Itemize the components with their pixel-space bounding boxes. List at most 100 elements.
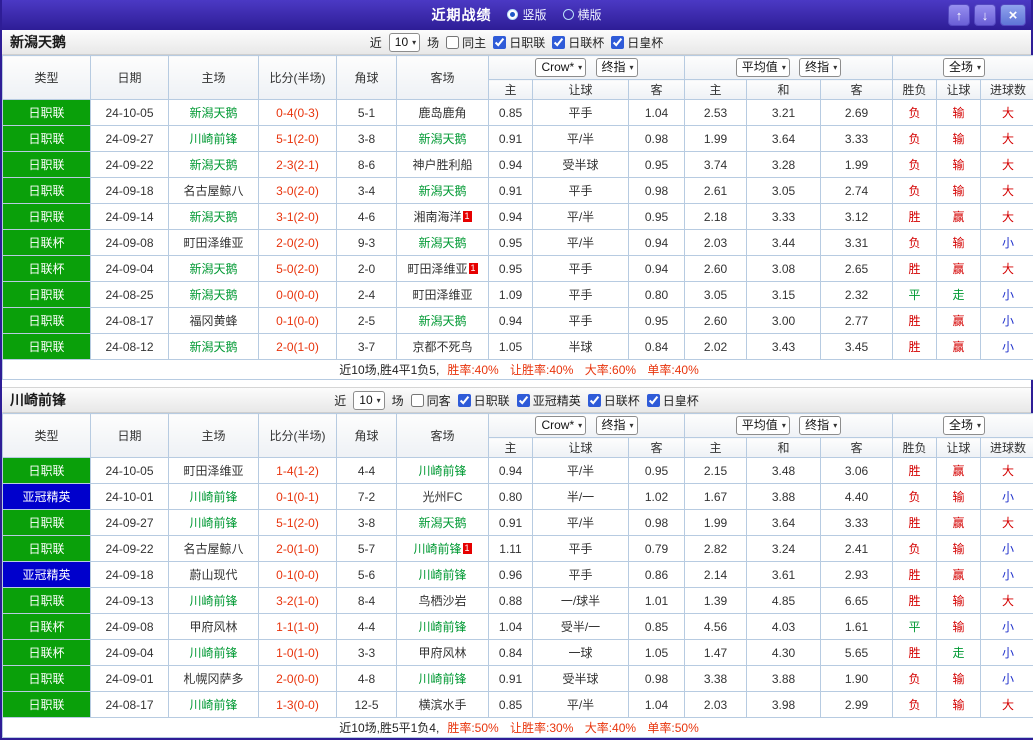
match-score: 2-0(1-0) xyxy=(259,334,337,360)
match-row: 日职联24-10-05町田泽维亚1-4(1-2)4-4川崎前锋0.94平/半0.… xyxy=(3,458,1033,484)
chevron-down-icon: ▾ xyxy=(833,418,837,433)
home-team-cell: 蔚山现代 xyxy=(169,562,259,588)
away-team-name: 新潟天鹅 xyxy=(418,314,466,328)
avg-draw-odds: 4.03 xyxy=(747,614,821,640)
corner-score: 2-4 xyxy=(337,282,397,308)
checkbox-icon[interactable] xyxy=(588,394,601,407)
match-row: 日职联24-08-17川崎前锋1-3(0-0)12-5横滨水手0.85平/半1.… xyxy=(3,692,1033,718)
avg-home-odds: 2.60 xyxy=(685,256,747,282)
away-team-name: 川崎前锋 xyxy=(418,568,466,582)
avg-draw-odds: 3.64 xyxy=(747,510,821,536)
match-row: 日职联24-09-22名古屋鲸八2-0(1-0)5-7川崎前锋11.11平手0.… xyxy=(3,536,1033,562)
match-score: 1-0(1-0) xyxy=(259,640,337,666)
col-header-score: 比分(半场) xyxy=(259,414,337,458)
bookmaker-select[interactable]: Crow*▾ xyxy=(535,416,586,435)
col-header-avg-away: 客 xyxy=(821,80,893,100)
match-row: 日职联24-10-05新潟天鹅0-4(0-3)5-1鹿岛鹿角0.85平手1.04… xyxy=(3,100,1033,126)
result-scope-select[interactable]: 全场▾ xyxy=(943,416,985,435)
mode-radio-竖版[interactable]: 竖版 xyxy=(507,6,546,23)
league-cell: 日职联 xyxy=(3,178,91,204)
checkbox-icon[interactable] xyxy=(493,36,506,49)
average-stage-select[interactable]: 终指▾ xyxy=(799,416,841,435)
league-cell: 日联杯 xyxy=(3,230,91,256)
checkbox-icon[interactable] xyxy=(458,394,471,407)
summary-record: 近10场,胜5平1负4, xyxy=(339,721,439,735)
home-odds: 0.88 xyxy=(489,588,533,614)
result-goals: 大 xyxy=(981,100,1033,126)
scroll-up-button[interactable]: ↑ xyxy=(948,4,970,26)
avg-draw-odds: 3.44 xyxy=(747,230,821,256)
team-name: 川崎前锋 xyxy=(10,390,66,410)
home-team-cell: 名古屋鲸八 xyxy=(169,178,259,204)
scroll-down-button[interactable]: ↓ xyxy=(974,4,996,26)
filter-checkbox-日联杯[interactable]: 日联杯 xyxy=(552,34,604,51)
match-date: 24-09-13 xyxy=(91,588,169,614)
average-select[interactable]: 平均值▾ xyxy=(736,58,790,77)
result-scope-select-value: 全场 xyxy=(949,418,973,433)
result-outcome: 胜 xyxy=(893,256,937,282)
odds-bookmaker-group: Crow*▾ 终指▾ xyxy=(489,414,685,438)
result-goals: 小 xyxy=(981,614,1033,640)
matches-label: 场 xyxy=(427,34,439,51)
recent-count-select[interactable]: 10▾ xyxy=(353,391,384,410)
result-outcome: 胜 xyxy=(893,640,937,666)
result-outcome: 负 xyxy=(893,178,937,204)
recent-count-select[interactable]: 10 ▾ xyxy=(389,33,420,52)
result-scope-select[interactable]: 全场▾ xyxy=(943,58,985,77)
checkbox-icon[interactable] xyxy=(647,394,660,407)
match-score: 1-1(1-0) xyxy=(259,614,337,640)
bookmaker-select[interactable]: Crow*▾ xyxy=(535,58,586,77)
result-handicap: 走 xyxy=(937,282,981,308)
result-scope-select-value: 全场 xyxy=(949,60,973,75)
match-date: 24-09-01 xyxy=(91,666,169,692)
match-date: 24-10-05 xyxy=(91,458,169,484)
checkbox-icon[interactable] xyxy=(517,394,530,407)
filter-checkbox-日职联[interactable]: 日职联 xyxy=(458,392,510,409)
result-outcome: 负 xyxy=(893,536,937,562)
home-team-cell: 新潟天鹅 xyxy=(169,204,259,230)
results-body: 日职联24-10-05新潟天鹅0-4(0-3)5-1鹿岛鹿角0.85平手1.04… xyxy=(3,100,1033,360)
filter-checkbox-日皇杯[interactable]: 日皇杯 xyxy=(647,392,699,409)
recent-count-select-value: 10 xyxy=(395,35,408,50)
away-odds: 0.79 xyxy=(629,536,685,562)
average-select[interactable]: 平均值▾ xyxy=(736,416,790,435)
chevron-down-icon: ▾ xyxy=(412,35,416,50)
home-odds: 0.91 xyxy=(489,126,533,152)
away-odds: 0.95 xyxy=(629,204,685,230)
col-header-handicap-result: 让球 xyxy=(937,438,981,458)
checkbox-icon[interactable] xyxy=(446,36,459,49)
result-outcome: 胜 xyxy=(893,562,937,588)
filter-checkbox-同主[interactable]: 同主 xyxy=(446,34,486,51)
avg-draw-odds: 3.28 xyxy=(747,152,821,178)
odds-stage-select[interactable]: 终指▾ xyxy=(596,416,638,435)
home-team-cell: 町田泽维亚 xyxy=(169,230,259,256)
match-date: 24-09-27 xyxy=(91,510,169,536)
home-team-name: 札幌冈萨多 xyxy=(183,672,243,686)
avg-away-odds: 2.99 xyxy=(821,692,893,718)
avg-home-odds: 3.05 xyxy=(685,282,747,308)
odds-stage-select[interactable]: 终指▾ xyxy=(596,58,638,77)
match-row: 日联杯24-09-08町田泽维亚2-0(2-0)9-3新潟天鹅0.95平/半0.… xyxy=(3,230,1033,256)
mode-radio-横版[interactable]: 横版 xyxy=(563,6,602,23)
avg-draw-odds: 3.61 xyxy=(747,562,821,588)
section-header: 新潟天鹅 近10▾场同主日职联日联杯日皇杯 xyxy=(2,30,1031,55)
close-button[interactable]: × xyxy=(1000,4,1026,26)
filter-checkbox-同客[interactable]: 同客 xyxy=(411,392,451,409)
avg-away-odds: 1.61 xyxy=(821,614,893,640)
filter-checkbox-日皇杯[interactable]: 日皇杯 xyxy=(611,34,663,51)
home-team-cell: 新潟天鹅 xyxy=(169,282,259,308)
filter-checkbox-日职联[interactable]: 日职联 xyxy=(493,34,545,51)
away-team-cell: 川崎前锋 xyxy=(397,562,489,588)
checkbox-icon[interactable] xyxy=(411,394,424,407)
col-header-avg-away: 客 xyxy=(821,438,893,458)
result-handicap: 赢 xyxy=(937,204,981,230)
chevron-down-icon: ▾ xyxy=(833,60,837,75)
filter-checkbox-亚冠精英[interactable]: 亚冠精英 xyxy=(517,392,581,409)
avg-home-odds: 2.15 xyxy=(685,458,747,484)
filter-checkbox-日联杯[interactable]: 日联杯 xyxy=(588,392,640,409)
average-stage-select[interactable]: 终指▾ xyxy=(799,58,841,77)
checkbox-icon[interactable] xyxy=(611,36,624,49)
checkbox-icon[interactable] xyxy=(552,36,565,49)
avg-away-odds: 6.65 xyxy=(821,588,893,614)
away-team-name: 川崎前锋 xyxy=(418,672,466,686)
